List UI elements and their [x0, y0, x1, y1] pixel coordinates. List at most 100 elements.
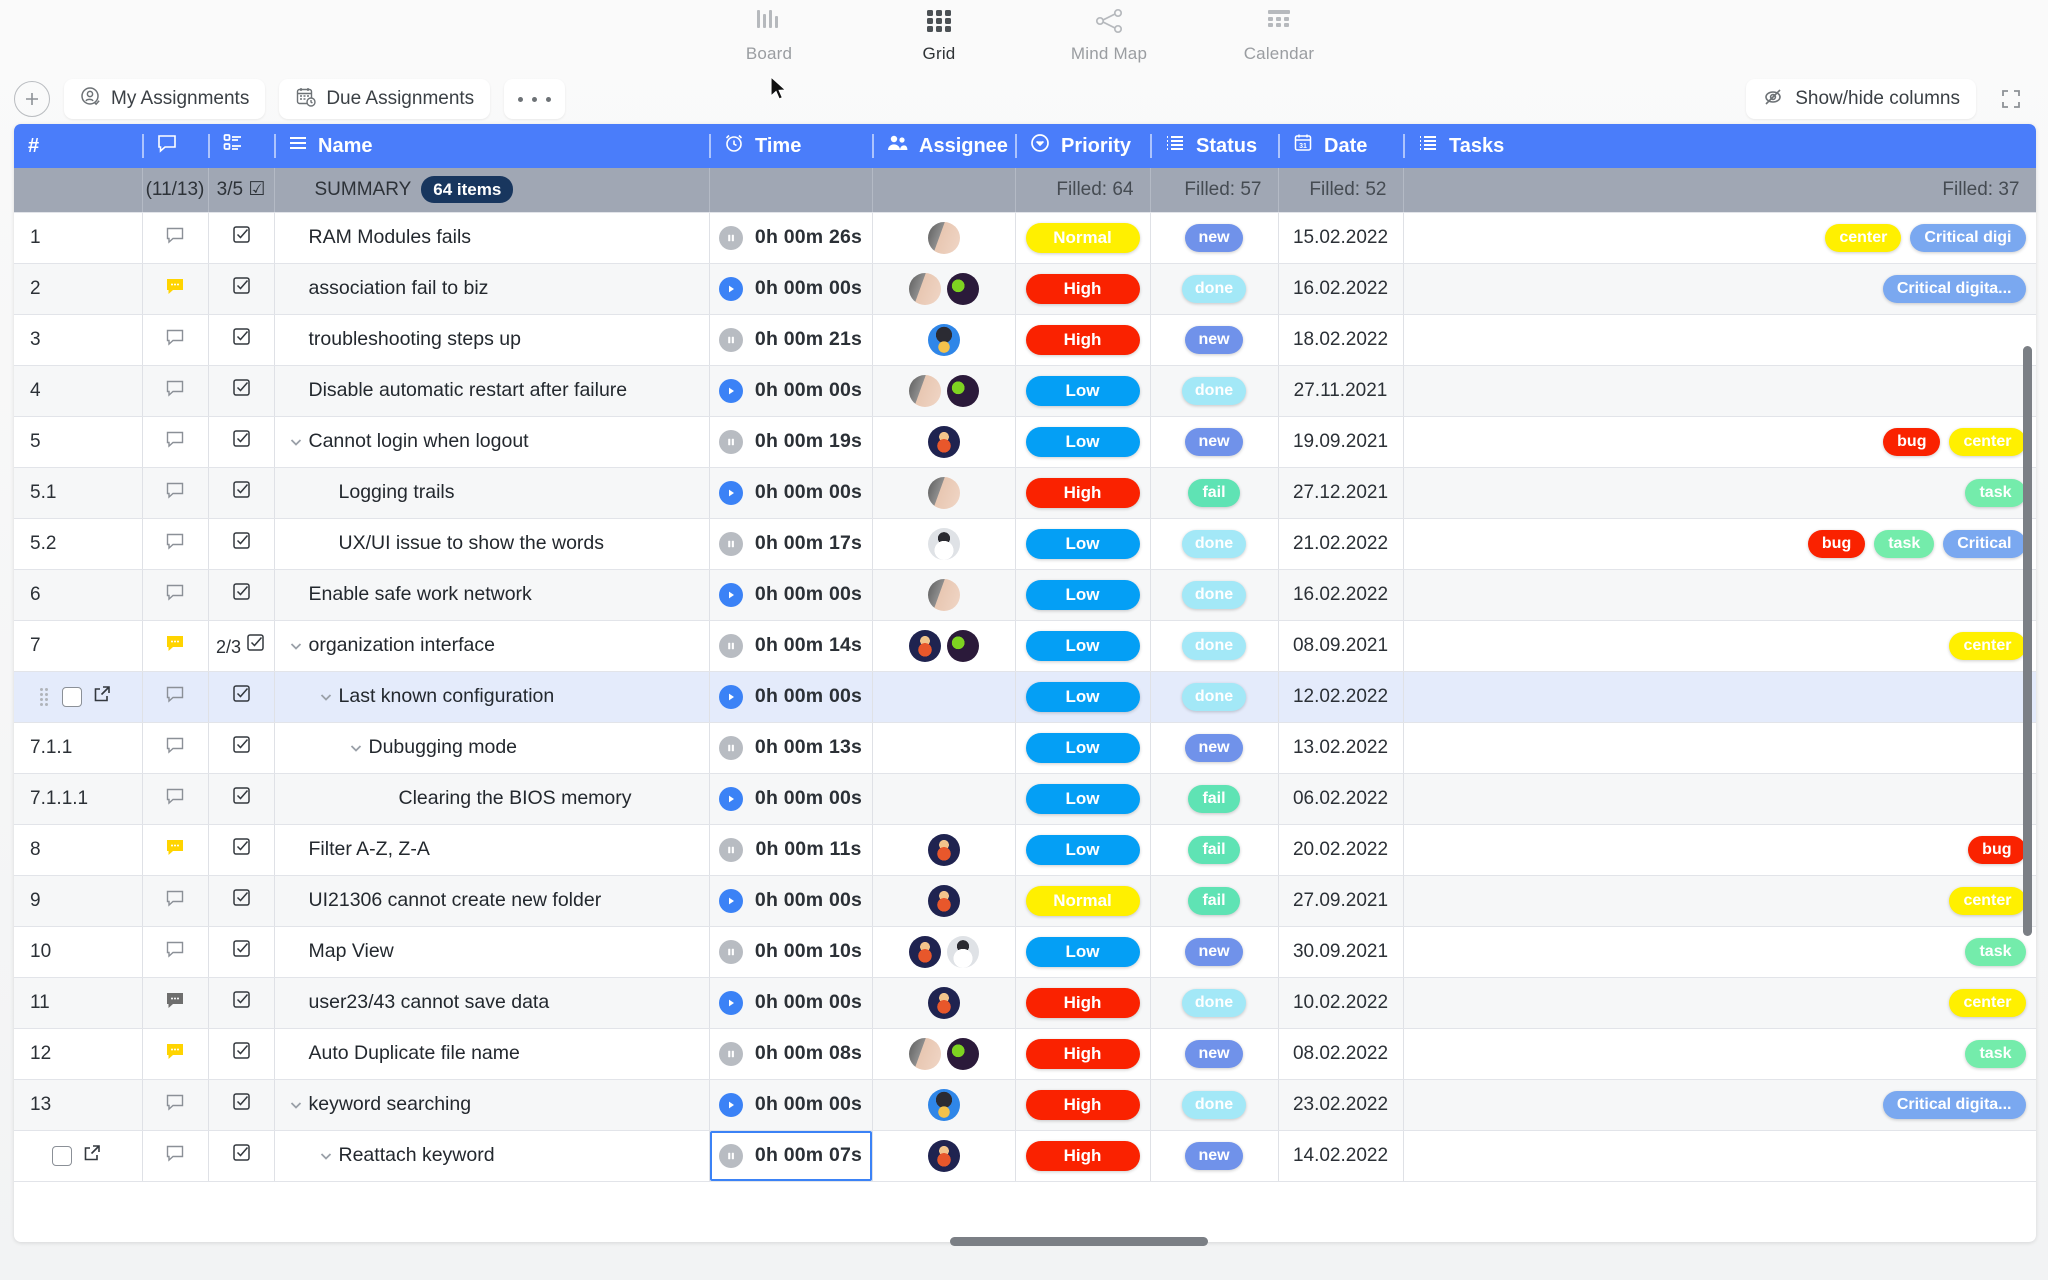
task-tag[interactable]: center — [1825, 223, 1902, 252]
assignee-avatars[interactable] — [873, 986, 1015, 1019]
fullscreen-button[interactable] — [1994, 82, 2028, 116]
comment-filled-icon[interactable] — [164, 839, 186, 863]
cell-priority[interactable]: High — [1015, 977, 1151, 1029]
column-header-name[interactable]: Name — [274, 124, 709, 168]
status-badge[interactable]: fail — [1188, 886, 1240, 915]
status-badge[interactable]: new — [1185, 1141, 1243, 1170]
cell-tasks[interactable]: bug task Critical — [1403, 518, 2036, 570]
checklist-icon[interactable] — [231, 787, 252, 811]
cell-name[interactable]: keyword searching — [274, 1079, 710, 1131]
comment-icon[interactable] — [164, 584, 186, 608]
task-tags[interactable]: task — [1404, 927, 2036, 977]
cell-comment[interactable] — [142, 1028, 209, 1080]
comment-filled-icon[interactable] — [164, 635, 186, 659]
cell-tasks[interactable] — [1403, 722, 2036, 774]
comment-icon[interactable] — [164, 1094, 186, 1118]
cell-date[interactable]: 08.02.2022 — [1278, 1028, 1404, 1080]
status-badge[interactable]: done — [1181, 1090, 1247, 1119]
cell-priority[interactable]: Low — [1015, 620, 1151, 672]
cell-time[interactable]: 0h 00m 00s — [709, 875, 873, 927]
comment-icon[interactable] — [164, 227, 186, 251]
status-badge[interactable]: new — [1185, 1039, 1243, 1068]
avatar[interactable] — [927, 323, 960, 356]
timer-pause-button[interactable] — [718, 1041, 743, 1066]
add-row-button[interactable] — [14, 81, 50, 117]
timer-play-button[interactable] — [718, 786, 743, 811]
status-badge[interactable]: new — [1185, 223, 1243, 252]
column-header-num[interactable]: # — [14, 124, 142, 168]
cell-date[interactable]: 16.02.2022 — [1278, 569, 1404, 621]
status-badge[interactable]: new — [1185, 325, 1243, 354]
cell-comment[interactable] — [142, 416, 209, 468]
checklist-icon[interactable] — [231, 1093, 252, 1117]
task-tags[interactable]: center — [1404, 621, 2036, 671]
assignee-avatars[interactable] — [873, 935, 1015, 968]
status-badge[interactable]: fail — [1188, 784, 1240, 813]
table-row[interactable]: Reattach keyword 0h 00m 07s High new 14.02.2… — [14, 1130, 2036, 1182]
priority-badge[interactable]: Normal — [1025, 222, 1140, 253]
assignee-avatars[interactable] — [873, 527, 1015, 560]
checklist-icon[interactable] — [231, 583, 252, 607]
cell-assignee[interactable] — [872, 620, 1016, 672]
cell-name[interactable]: Clearing the BIOS memory — [274, 773, 710, 825]
cell-priority[interactable]: Normal — [1015, 212, 1151, 264]
cell-time[interactable]: 0h 00m 00s — [709, 671, 873, 723]
cell-date[interactable]: 10.02.2022 — [1278, 977, 1404, 1029]
task-tags[interactable]: Critical digita... — [1404, 1080, 2036, 1130]
view-tab-grid[interactable]: Grid — [884, 4, 994, 64]
task-tags[interactable]: bug — [1404, 825, 2036, 875]
cell-priority[interactable]: High — [1015, 1130, 1151, 1182]
priority-badge[interactable]: High — [1025, 477, 1140, 508]
task-tag[interactable]: task — [1965, 1039, 2026, 1068]
cell-checklist[interactable] — [208, 1130, 275, 1182]
cell-comment[interactable] — [142, 671, 209, 723]
task-tags[interactable]: Critical digita... — [1404, 264, 2036, 314]
cell-tasks[interactable]: center — [1403, 875, 2036, 927]
cell-name[interactable]: UX/UI issue to show the words — [274, 518, 710, 570]
cell-time[interactable]: 0h 00m 11s — [709, 824, 873, 876]
cell-name[interactable]: Disable automatic restart after failure — [274, 365, 710, 417]
assignee-avatars[interactable] — [873, 1037, 1015, 1070]
table-row[interactable]: 2 association fail to biz 0h 00m 00s High do… — [14, 263, 2036, 315]
avatar[interactable] — [927, 833, 960, 866]
checklist-icon[interactable] — [231, 889, 252, 913]
timer-pause-button[interactable] — [718, 939, 743, 964]
priority-badge[interactable]: Low — [1025, 426, 1140, 457]
status-badge[interactable]: fail — [1188, 478, 1240, 507]
cell-num[interactable]: 4 — [14, 365, 143, 417]
cell-priority[interactable]: High — [1015, 1028, 1151, 1080]
status-badge[interactable]: new — [1185, 427, 1243, 456]
table-row[interactable]: 13 keyword searching 0h 00m 00s High done 23.… — [14, 1079, 2036, 1131]
cell-status[interactable]: new — [1150, 212, 1279, 264]
cell-time[interactable]: 0h 00m 13s — [709, 722, 873, 774]
checklist-icon[interactable] — [231, 328, 252, 352]
comment-icon[interactable] — [164, 1145, 186, 1169]
cell-assignee[interactable] — [872, 518, 1016, 570]
cell-status[interactable]: done — [1150, 518, 1279, 570]
cell-comment[interactable] — [142, 314, 209, 366]
timer-pause-button[interactable] — [718, 1143, 743, 1168]
cell-tasks[interactable] — [1403, 365, 2036, 417]
comment-icon[interactable] — [164, 788, 186, 812]
task-tags[interactable]: bug task Critical — [1404, 519, 2036, 569]
cell-num[interactable]: 12 — [14, 1028, 143, 1080]
assignee-avatars[interactable] — [873, 272, 1015, 305]
cell-tasks[interactable]: center Critical digi — [1403, 212, 2036, 264]
status-badge[interactable]: fail — [1188, 835, 1240, 864]
timer-play-button[interactable] — [718, 990, 743, 1015]
cell-num[interactable]: 7.1.1 — [14, 722, 143, 774]
timer-pause-button[interactable] — [718, 327, 743, 352]
avatar[interactable] — [927, 1088, 960, 1121]
cell-comment[interactable] — [142, 926, 209, 978]
cell-checklist[interactable] — [208, 875, 275, 927]
cell-assignee[interactable] — [872, 416, 1016, 468]
table-row[interactable]: 5.1 Logging trails 0h 00m 00s High fail 27.12… — [14, 467, 2036, 519]
cell-time[interactable]: 0h 00m 00s — [709, 467, 873, 519]
task-tag[interactable]: bug — [1807, 529, 1866, 558]
cell-assignee[interactable] — [872, 263, 1016, 315]
cell-time[interactable]: 0h 00m 14s — [709, 620, 873, 672]
avatar[interactable] — [946, 272, 979, 305]
cell-status[interactable]: fail — [1150, 467, 1279, 519]
cell-status[interactable]: done — [1150, 263, 1279, 315]
task-tag[interactable]: bug — [1968, 835, 2026, 864]
